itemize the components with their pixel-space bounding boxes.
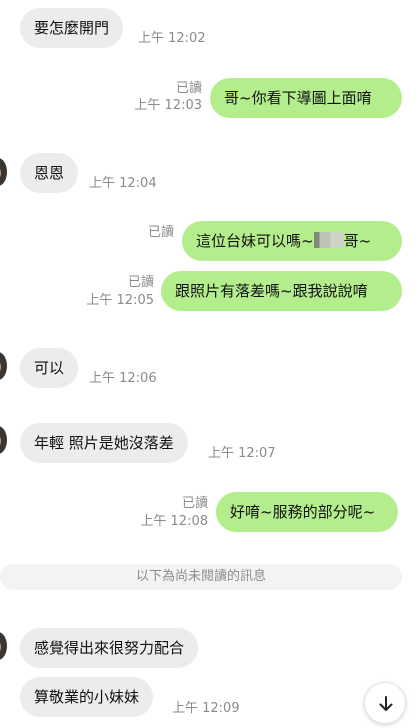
outgoing-message-bubble[interactable]: 哥~你看下導圖上面唷 xyxy=(210,78,402,118)
message-timestamp: 上午 12:05 xyxy=(86,293,154,308)
outgoing-message-bubble[interactable]: 這位台妹可以嗎~ 哥~ xyxy=(182,221,402,261)
incoming-message-bubble[interactable]: 恩恩 xyxy=(20,153,79,193)
arrow-down-icon xyxy=(379,696,393,711)
incoming-message-bubble[interactable]: 可以 xyxy=(20,348,79,388)
redacted-name-blur xyxy=(313,232,344,248)
contact-avatar[interactable] xyxy=(0,158,7,186)
unread-divider: 以下為尚未閱讀的訊息 xyxy=(0,564,402,590)
read-receipt: 已讀 xyxy=(147,225,174,240)
outgoing-message-bubble[interactable]: 好唷~服務的部分呢~ xyxy=(216,492,398,532)
contact-avatar[interactable] xyxy=(0,426,7,454)
message-timestamp: 上午 12:07 xyxy=(208,446,276,461)
message-timestamp: 上午 12:09 xyxy=(172,701,240,716)
incoming-message-bubble[interactable]: 感覺得出來很努力配合 xyxy=(20,628,199,668)
incoming-message-bubble[interactable]: 要怎麼開門 xyxy=(20,8,124,48)
message-text-before: 這位台妹可以嗎~ xyxy=(196,232,314,250)
message-timestamp: 上午 12:06 xyxy=(89,371,157,386)
message-timestamp: 上午 12:04 xyxy=(89,176,157,191)
scroll-to-bottom-button[interactable] xyxy=(364,682,406,724)
incoming-message-bubble[interactable]: 算敬業的小妹妹 xyxy=(20,677,154,717)
message-text-after: 哥~ xyxy=(343,232,372,250)
message-timestamp: 上午 12:03 xyxy=(134,98,202,113)
read-receipt: 已讀 xyxy=(127,275,154,290)
outgoing-message-bubble[interactable]: 跟照片有落差嗎~跟我說說唷 xyxy=(161,271,402,311)
contact-avatar[interactable] xyxy=(0,632,7,660)
read-receipt: 已讀 xyxy=(181,496,208,511)
read-receipt: 已讀 xyxy=(175,81,202,96)
contact-avatar[interactable] xyxy=(0,352,7,380)
incoming-message-bubble[interactable]: 年輕 照片是她沒落差 xyxy=(20,423,188,463)
message-timestamp: 上午 12:02 xyxy=(138,31,206,46)
message-timestamp: 上午 12:08 xyxy=(140,514,208,529)
